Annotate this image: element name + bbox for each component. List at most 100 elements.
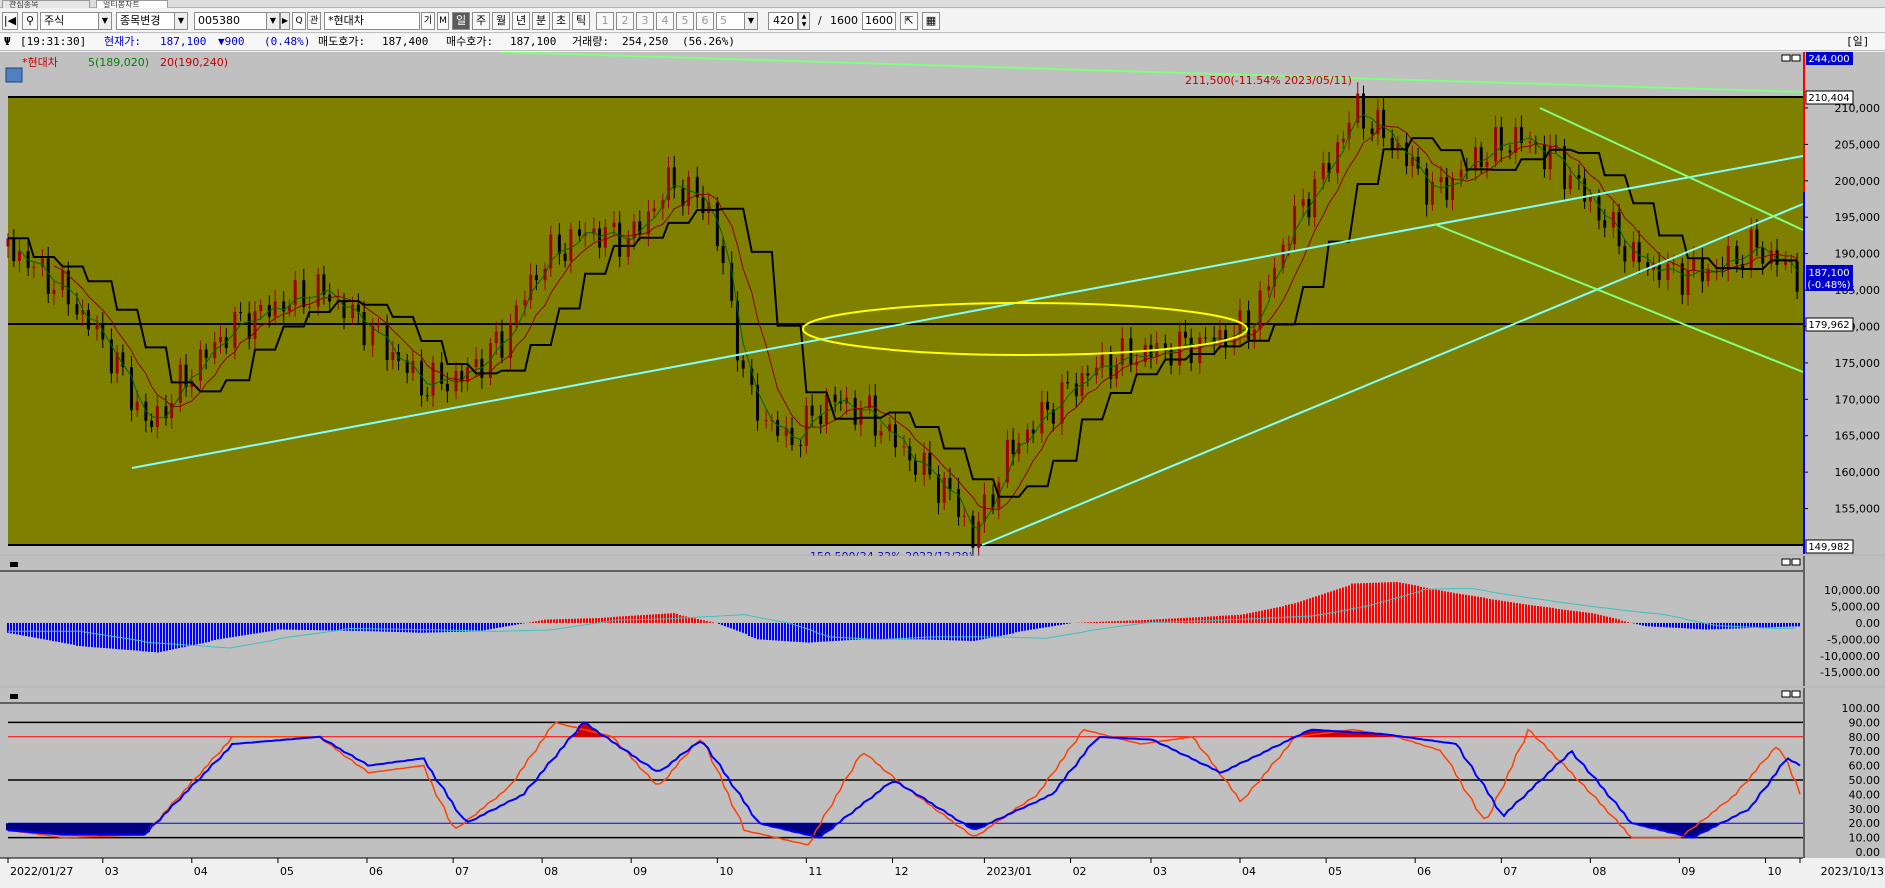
date-tick-label: 07 [455,865,469,878]
minute-6-button[interactable]: 6 [696,12,714,30]
price-panel-close-icon[interactable] [1791,54,1801,62]
search-icon[interactable]: Q [292,12,306,30]
candle-body [1046,401,1050,410]
candle-body [86,310,90,330]
candle-body [776,420,780,436]
count-stepper-icon[interactable]: ▲ ▼ [798,12,810,30]
tab-monthly[interactable]: 월 [492,12,510,30]
date-tick-label: 2022/01/27 [10,865,73,878]
lower-line-value: 149,982 [1808,542,1849,553]
candle-body [948,477,952,490]
tab-daily[interactable]: 일 [452,12,470,30]
candle-body [928,452,932,475]
candle-body [12,238,16,262]
date-tick-label: 04 [1242,865,1256,878]
count-total-input[interactable]: 1600 [862,12,896,30]
window-tabs: 관심종목 멀티봉차트 [0,0,1885,8]
stoch-tick-label: 90.00 [1849,716,1881,729]
change-dropdown-icon[interactable]: ▼ [174,12,188,30]
candle-body [1795,261,1799,292]
candle-body [129,367,133,411]
chart-canvas[interactable]: 211,500(-11.54% 2023/05/11) 150,500(24.3… [0,51,1885,885]
first-icon[interactable]: |◀ [2,12,18,30]
calendar-icon[interactable]: ▦ [922,12,940,30]
price-panel[interactable]: 211,500(-11.54% 2023/05/11) 150,500(24.3… [0,51,1885,563]
macd-tick-label: -5,000.00 [1827,633,1880,646]
minute-4-button[interactable]: 4 [656,12,674,30]
stoch-tick-label: 10.00 [1849,832,1881,845]
candle-body [764,420,768,422]
code-input[interactable]: 005380 [194,12,274,30]
stoch-tick-label: 50.00 [1849,774,1881,787]
candle-body [17,250,21,262]
price-tick-label: 195,000 [1835,211,1881,224]
candle-body [1508,150,1512,153]
minute-5-button[interactable]: 5 [676,12,694,30]
macd-panel-handle-icon[interactable] [10,562,18,567]
candle-body [1735,246,1739,264]
tab-weekly[interactable]: 주 [472,12,490,30]
price-panel-badge-icon[interactable] [5,67,23,83]
candle-body [1603,220,1607,228]
bid-value: 187,100 [510,35,557,48]
next-stock-icon[interactable]: ▶ [280,12,290,30]
mode-button[interactable]: 관 [307,12,321,30]
tab-yearly[interactable]: 년 [512,12,530,30]
pin-icon[interactable]: ⚲ [22,12,38,30]
stoch-panel-close-icon[interactable] [1791,690,1801,698]
macd-panel[interactable]: 10,000.00 5,000.00 0.00 -5,000.00 -10,000.00… [0,554,1885,686]
candle-body [577,229,581,236]
signal-icon[interactable]: Ψ [4,34,11,50]
candle-body [1514,126,1518,153]
candle-body [1011,439,1015,455]
candle-body [563,253,567,261]
candle-body [632,221,636,239]
minute-1-button[interactable]: 1 [596,12,614,30]
candle-body [598,228,602,248]
upper-line-value: 210,404 [1808,93,1849,104]
stochastic-panel[interactable]: 100.0090.0080.0070.0060.0050.0040.0030.0… [0,686,1885,885]
candle-body [1066,382,1070,384]
code-dropdown-icon[interactable]: ▼ [266,12,280,30]
chart-area[interactable]: 211,500(-11.54% 2023/05/11) 150,500(24.3… [0,51,1885,885]
change-value: ▼900 [218,35,245,48]
tab-second[interactable]: 초 [552,12,570,30]
export-icon[interactable]: ⇱ [900,12,918,30]
candle-body [1287,244,1291,246]
date-tick-label: 09 [633,865,647,878]
candle-body [219,337,223,343]
m-icon[interactable]: M [437,12,449,30]
candle-body [1040,401,1044,434]
candle-body [1189,337,1193,364]
candle-body [204,349,208,359]
market-dropdown-icon[interactable]: ▼ [98,12,112,30]
count-input[interactable]: 420 [768,12,798,30]
tab-minute[interactable]: 분 [532,12,550,30]
stoch-tick-label: 60.00 [1849,760,1881,773]
minute-3-button[interactable]: 3 [636,12,654,30]
price-value: 187,100 [160,35,207,48]
candle-body [977,521,981,548]
macd-panel-maximize-icon[interactable] [1781,558,1791,566]
date-tick-label: 10 [719,865,733,878]
stoch-tick-label: 100.00 [1842,702,1881,715]
date-tick-label: 04 [194,865,208,878]
tab-favorites[interactable]: 관심종목 [2,0,90,8]
minute-dropdown-icon[interactable]: ▼ [744,12,758,30]
candle-body [1494,126,1498,162]
price-panel-maximize-icon[interactable] [1781,54,1791,62]
stoch-panel-maximize-icon[interactable] [1781,690,1791,698]
price-tick-label: 165,000 [1835,430,1881,443]
stoch-panel-handle-icon[interactable] [10,694,18,699]
tab-tick[interactable]: 틱 [572,12,590,30]
candle-body [1666,263,1670,280]
candle-body [247,313,251,339]
price-tick-label: 175,000 [1835,357,1881,370]
macd-panel-close-icon[interactable] [1791,558,1801,566]
candle-body [1258,290,1262,330]
candle-body [962,515,966,517]
minute-2-button[interactable]: 2 [616,12,634,30]
tab-multi-chart[interactable]: 멀티봉차트 [96,0,168,8]
candle-body [1183,331,1187,338]
candle-body [253,311,257,339]
